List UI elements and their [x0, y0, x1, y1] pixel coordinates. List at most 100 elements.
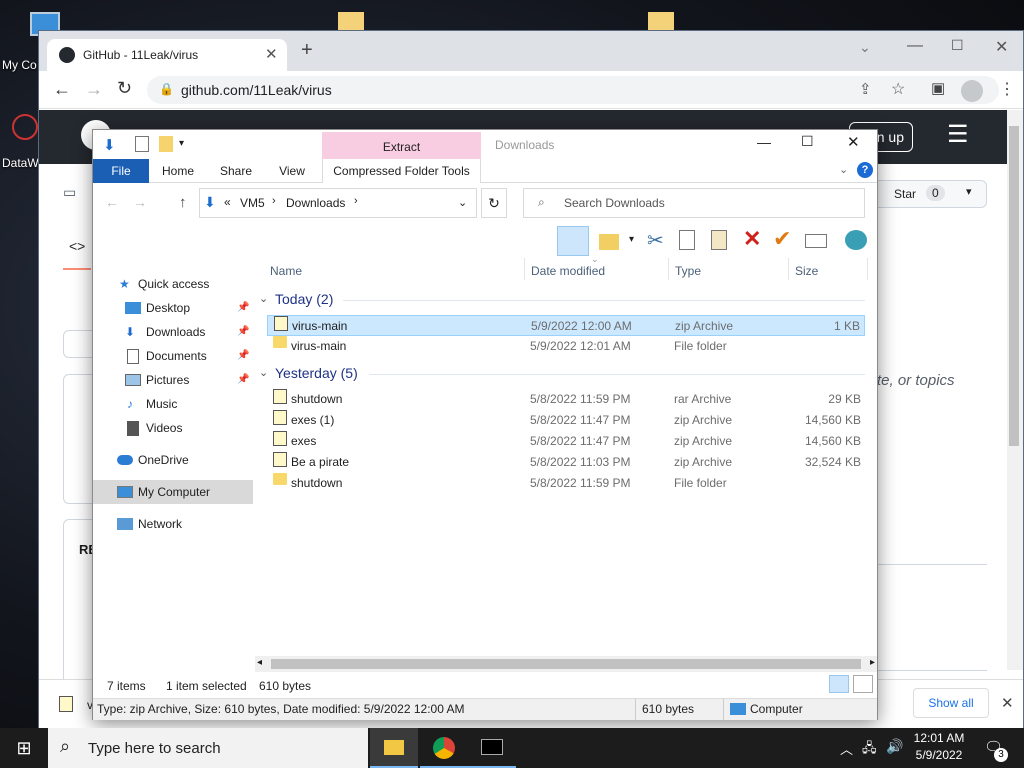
minimize-icon[interactable]: — — [757, 134, 771, 150]
close-icon[interactable]: ✕ — [847, 133, 860, 151]
qat-dropdown-icon[interactable]: ▾ — [179, 138, 184, 149]
show-hidden-icons-icon[interactable]: ︿ — [840, 739, 853, 758]
tab-search-icon[interactable]: ⌄ — [859, 39, 871, 56]
tab-share[interactable]: Share — [211, 159, 261, 183]
checkmark-icon[interactable]: ✔ — [773, 226, 791, 252]
tab-view[interactable]: View — [267, 159, 317, 183]
desktop-folder-icon[interactable] — [648, 12, 674, 30]
back-icon[interactable]: ← — [105, 194, 119, 210]
dropdown-icon[interactable]: ▾ — [629, 234, 634, 245]
nav-network[interactable]: Network — [93, 512, 253, 536]
tab-close-icon[interactable]: ✕ — [265, 45, 278, 63]
rename-icon[interactable] — [805, 234, 827, 248]
hamburger-icon[interactable]: ☰ — [947, 120, 969, 149]
nav-onedrive[interactable]: OneDrive — [93, 448, 253, 472]
qat-properties-icon[interactable] — [135, 136, 149, 152]
delete-icon[interactable]: ✕ — [743, 226, 761, 252]
profile-avatar[interactable] — [961, 80, 983, 102]
start-windows-icon[interactable]: ⊞ — [0, 728, 48, 768]
group-header-today[interactable]: Today (2) — [275, 291, 333, 307]
pin-icon[interactable]: 📌 — [237, 320, 249, 344]
forward-icon[interactable]: → — [85, 79, 103, 100]
taskbar-terminal[interactable] — [468, 728, 516, 768]
nav-pictures[interactable]: Pictures 📌 — [93, 368, 253, 392]
extract-context-tab[interactable]: Extract — [322, 132, 481, 159]
breadcrumb-prefix[interactable]: « — [224, 195, 231, 209]
reload-icon[interactable]: ↻ — [117, 78, 132, 99]
side-panel-icon[interactable]: ▣ — [931, 79, 945, 97]
nav-quick-access[interactable]: ★ Quick access — [93, 272, 253, 296]
nav-documents[interactable]: Documents 📌 — [93, 344, 253, 368]
qat-new-folder-icon[interactable] — [159, 136, 173, 152]
new-folder-icon[interactable] — [599, 234, 619, 250]
details-view-icon[interactable] — [829, 675, 849, 693]
large-icons-view-icon[interactable] — [853, 675, 873, 693]
chevron-down-icon[interactable]: ⌄ — [259, 292, 268, 305]
browser-tab[interactable]: GitHub - 11Leak/virus ✕ — [47, 39, 287, 71]
file-row[interactable]: shutdown 5/8/2022 11:59 PM File folder — [267, 473, 865, 494]
menu-kebab-icon[interactable]: ⋮ — [999, 79, 1015, 99]
shell-icon[interactable] — [845, 230, 867, 250]
breadcrumb-vm5[interactable]: VM5 — [240, 196, 265, 210]
new-tab-icon[interactable]: + — [301, 39, 313, 62]
file-row[interactable]: virus-main 5/9/2022 12:00 AM zip Archive… — [267, 315, 865, 336]
address-bar[interactable]: ⬇ « VM5 › Downloads › ⌄ — [199, 188, 477, 218]
cut-icon[interactable]: ✂ — [647, 228, 664, 253]
nav-music[interactable]: ♪ Music — [93, 392, 253, 416]
horizontal-scrollbar[interactable]: ◂ ▸ — [255, 656, 877, 672]
nav-videos[interactable]: Videos — [93, 416, 253, 440]
bookmark-star-icon[interactable]: ☆ — [891, 79, 905, 99]
qat-download-icon[interactable]: ⬇ — [103, 136, 116, 154]
minimize-icon[interactable]: — — [907, 37, 923, 55]
tab-home[interactable]: Home — [153, 159, 203, 183]
chevron-down-icon[interactable]: ⌄ — [259, 366, 268, 379]
file-row[interactable]: exes 5/8/2022 11:47 PM zip Archive 14,56… — [267, 431, 865, 452]
forward-icon[interactable]: → — [133, 194, 147, 210]
file-row[interactable]: exes (1) 5/8/2022 11:47 PM zip Archive 1… — [267, 410, 865, 431]
taskbar-file-explorer[interactable] — [370, 728, 418, 768]
column-header-size[interactable]: Size — [795, 261, 865, 281]
scrollbar-thumb[interactable] — [1009, 126, 1019, 446]
maximize-icon[interactable]: ☐ — [951, 37, 964, 54]
maximize-icon[interactable]: ☐ — [801, 133, 814, 150]
close-icon[interactable]: ✕ — [995, 37, 1008, 57]
tab-file[interactable]: File — [93, 159, 149, 183]
nav-downloads[interactable]: ⬇ Downloads 📌 — [93, 320, 253, 344]
desktop-folder-icon[interactable] — [338, 12, 364, 30]
file-row[interactable]: Be a pirate 5/8/2022 11:03 PM zip Archiv… — [267, 452, 865, 473]
pin-icon[interactable]: 📌 — [237, 344, 249, 368]
taskbar-search-box[interactable]: ⌕ Type here to search — [48, 728, 368, 768]
up-icon[interactable]: ↑ — [179, 194, 187, 211]
star-button[interactable]: Star 0 ▾ — [869, 180, 987, 208]
desktop-icon-dataw[interactable]: DataW — [2, 110, 42, 174]
ribbon-expand-icon[interactable]: ⌄ — [839, 163, 848, 176]
desktop-icon-my-computer[interactable]: My Co — [2, 8, 60, 78]
help-icon[interactable]: ? — [857, 162, 873, 178]
group-header-yesterday[interactable]: Yesterday (5) — [275, 365, 358, 381]
address-bar[interactable]: 🔒 github.com/11Leak/virus ⇪ ☆ — [147, 76, 999, 104]
search-box[interactable]: ⌕ Search Downloads — [523, 188, 865, 218]
layout-button[interactable] — [557, 226, 589, 256]
pin-icon[interactable]: 📌 — [237, 296, 249, 320]
taskbar-clock[interactable]: 12:01 AM 5/9/2022 — [906, 731, 972, 762]
close-download-bar-icon[interactable]: ✕ — [1001, 694, 1014, 712]
share-icon[interactable]: ⇪ — [859, 80, 872, 98]
file-row[interactable]: virus-main 5/9/2022 12:01 AM File folder — [267, 336, 865, 357]
file-row[interactable]: shutdown 5/8/2022 11:59 PM rar Archive 2… — [267, 389, 865, 410]
tab-compressed-folder-tools[interactable]: Compressed Folder Tools — [322, 159, 481, 183]
copy-icon[interactable] — [679, 230, 695, 250]
column-header-type[interactable]: Type — [675, 261, 785, 281]
show-all-button[interactable]: Show all — [913, 688, 989, 718]
scroll-left-icon[interactable]: ◂ — [257, 657, 262, 668]
nav-my-computer[interactable]: My Computer — [93, 480, 253, 504]
scroll-right-icon[interactable]: ▸ — [870, 657, 875, 668]
refresh-button[interactable]: ↻ — [481, 188, 507, 218]
column-header-name[interactable]: Name — [270, 261, 520, 281]
pin-icon[interactable]: 📌 — [237, 368, 249, 392]
volume-icon[interactable]: 🔊 — [886, 738, 903, 755]
nav-desktop[interactable]: Desktop 📌 — [93, 296, 253, 320]
breadcrumb-downloads[interactable]: Downloads — [286, 196, 345, 210]
back-icon[interactable]: ← — [53, 79, 71, 100]
paste-icon[interactable] — [711, 230, 727, 250]
network-icon[interactable]: 🖧 — [862, 739, 877, 761]
